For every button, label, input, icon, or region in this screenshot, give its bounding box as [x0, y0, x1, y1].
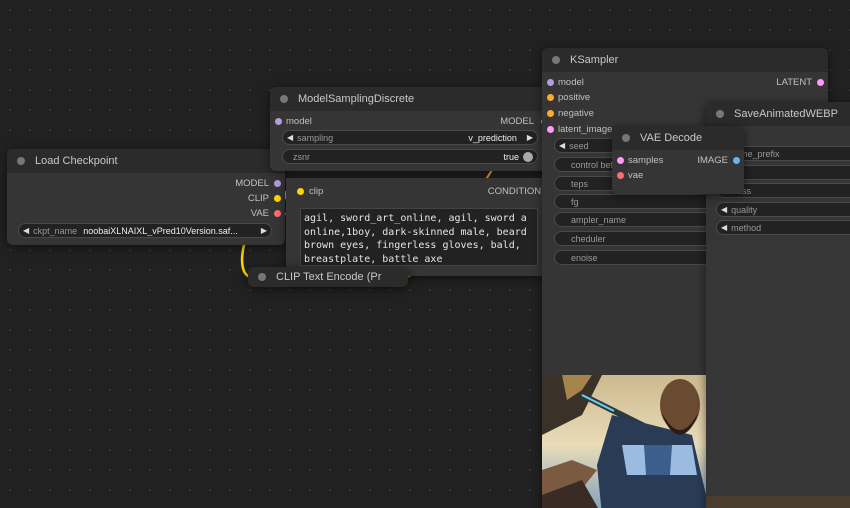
seed-label: seed	[569, 140, 589, 151]
arrow-left-icon[interactable]: ◀	[19, 226, 33, 235]
collapse-dot-icon[interactable]	[552, 56, 560, 64]
control-label: control bef	[571, 159, 614, 170]
denoise-label: enoise	[571, 252, 598, 263]
arrow-right-icon[interactable]: ▶	[257, 226, 271, 235]
arrow-right-icon[interactable]: ▶	[523, 133, 537, 142]
input-clip-socket-icon[interactable]	[297, 188, 304, 195]
node-title: ModelSamplingDiscrete	[298, 93, 415, 105]
output-image-socket-icon[interactable]	[733, 157, 740, 164]
collapse-dot-icon[interactable]	[258, 273, 266, 281]
input-negative-socket-icon[interactable]	[547, 110, 554, 117]
output-clip-socket-icon[interactable]	[274, 195, 281, 202]
input-samples-label: samples	[628, 155, 664, 166]
clip-text-encode-node[interactable]: clip CONDITIONING agil, sword_art_online…	[286, 178, 576, 276]
output-vae-socket-icon[interactable]	[274, 210, 281, 217]
toggle-knob-icon[interactable]	[523, 151, 533, 162]
node-header[interactable]: SaveAnimatedWEBP	[706, 102, 850, 126]
scheduler-label: cheduler	[571, 233, 606, 244]
collapse-dot-icon[interactable]	[280, 95, 288, 103]
node-title: CLIP Text Encode (Pr	[276, 271, 382, 283]
preview-strip	[706, 496, 850, 508]
input-positive-socket-icon[interactable]	[547, 94, 554, 101]
zsnr-toggle[interactable]: zsnr true	[282, 149, 538, 164]
output-image-label: IMAGE	[697, 155, 728, 166]
steps-label: teps	[571, 178, 589, 189]
input-model-socket-icon[interactable]	[547, 79, 554, 86]
input-negative-label: negative	[558, 108, 594, 119]
collapse-dot-icon[interactable]	[17, 157, 25, 165]
output-model-socket-icon[interactable]	[274, 180, 281, 187]
input-latent-socket-icon[interactable]	[547, 126, 554, 133]
output-latent-label: LATENT	[776, 77, 812, 88]
node-header[interactable]: CLIP Text Encode (Pr	[248, 267, 408, 287]
input-model-label: model	[558, 77, 584, 88]
warrior-preview-image	[542, 375, 706, 508]
load-checkpoint-node[interactable]: Load Checkpoint MODEL CLIP VAE ◀ ckpt_na…	[7, 149, 285, 245]
input-model-label: model	[286, 116, 312, 127]
input-vae-socket-icon[interactable]	[617, 172, 624, 179]
arrow-left-icon[interactable]: ◀	[555, 141, 569, 150]
node-title: KSampler	[570, 54, 619, 66]
sampling-label: sampling	[297, 132, 334, 143]
clip-text-encode-titlebar[interactable]: CLIP Text Encode (Pr	[248, 267, 408, 287]
model-sampling-discrete-node[interactable]: ModelSamplingDiscrete model MODEL ◀ samp…	[270, 87, 554, 171]
method-widget[interactable]: ◀ method	[716, 220, 850, 235]
quality-widget[interactable]: ◀ quality	[716, 202, 850, 217]
cfg-label: fg	[571, 196, 579, 207]
sampling-value: v_prediction	[468, 132, 517, 143]
quality-label: quality	[731, 204, 758, 215]
node-header[interactable]: ModelSamplingDiscrete	[270, 87, 554, 111]
image-preview-area	[706, 240, 850, 508]
output-latent-socket-icon[interactable]	[817, 79, 824, 86]
sampling-combo[interactable]: ◀ sampling v_prediction ▶	[282, 130, 538, 145]
node-title: Load Checkpoint	[35, 155, 118, 167]
node-title: VAE Decode	[640, 132, 703, 144]
ckpt-name-label: ckpt_name	[33, 225, 78, 236]
input-model-socket-icon[interactable]	[275, 118, 282, 125]
preview-image[interactable]	[542, 375, 706, 508]
prompt-textarea[interactable]: agil, sword_art_online, agil, sword a on…	[300, 208, 538, 266]
node-header[interactable]: KSampler	[542, 48, 828, 72]
ckpt-name-value: noobaiXLNAIXL_vPred10Version.saf...	[83, 225, 238, 236]
input-vae-label: vae	[628, 170, 644, 181]
input-positive-label: positive	[558, 92, 591, 103]
node-header[interactable]: VAE Decode	[612, 126, 744, 150]
input-latent-label: latent_image	[558, 124, 613, 135]
input-samples-socket-icon[interactable]	[617, 157, 624, 164]
node-title: SaveAnimatedWEBP	[734, 108, 838, 120]
input-clip-label: clip	[309, 186, 324, 197]
ckpt-name-combo[interactable]: ◀ ckpt_name noobaiXLNAIXL_vPred10Version…	[18, 223, 272, 238]
output-model-label: MODEL	[500, 116, 534, 127]
zsnr-value: true	[503, 151, 519, 162]
method-label: method	[731, 222, 762, 233]
zsnr-label: zsnr	[293, 151, 311, 162]
output-clip-label: CLIP	[247, 193, 269, 204]
collapse-dot-icon[interactable]	[716, 110, 724, 118]
arrow-left-icon[interactable]: ◀	[717, 205, 731, 214]
vae-decode-node[interactable]: VAE Decode samples vae IMAGE	[612, 126, 744, 194]
collapse-dot-icon[interactable]	[622, 134, 630, 142]
output-vae-label: VAE	[250, 208, 269, 219]
arrow-left-icon[interactable]: ◀	[283, 133, 297, 142]
output-model-label: MODEL	[235, 178, 269, 189]
sampler-label: ampler_name	[571, 214, 627, 225]
arrow-left-icon[interactable]: ◀	[717, 223, 731, 232]
node-header[interactable]: Load Checkpoint	[7, 149, 285, 173]
